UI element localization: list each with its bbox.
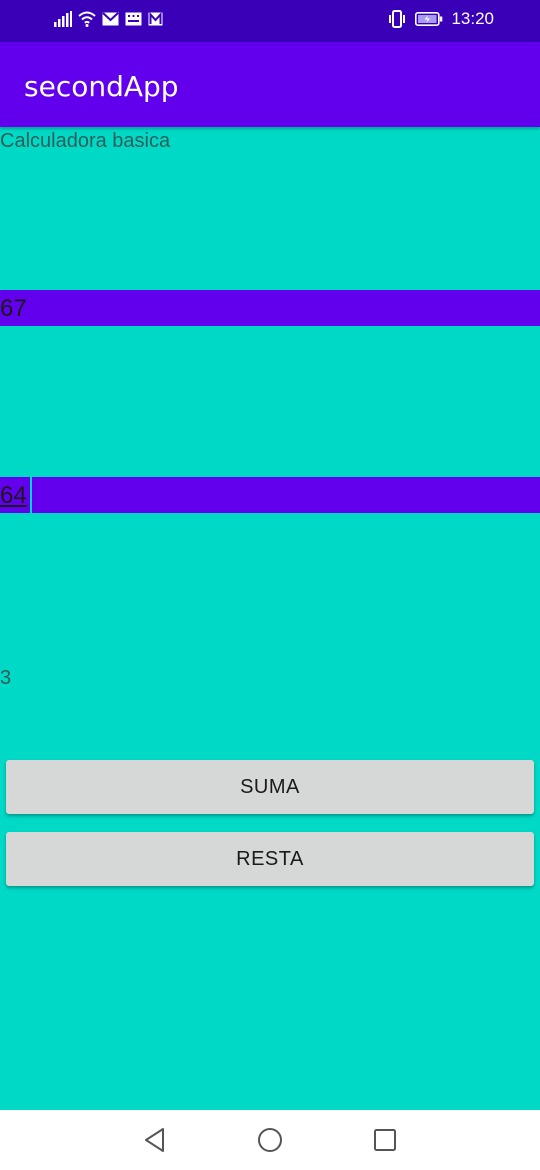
subtract-button[interactable]: RESTA [6,832,534,886]
recents-icon[interactable] [372,1127,398,1158]
navigation-bar [0,1110,540,1170]
battery-charging-icon [415,12,443,26]
signal-icon [54,11,72,27]
calculator-heading: Calculadora basica [0,130,171,152]
number1-input[interactable]: 67 [0,290,540,326]
home-icon[interactable] [257,1127,283,1158]
status-left-icons [54,11,163,27]
mail-icon [102,12,119,26]
status-time: 13:20 [451,9,494,28]
vibrate-icon [387,10,407,28]
number2-input[interactable]: 64 [0,477,540,513]
sum-button[interactable]: SUMA [6,760,534,814]
back-icon[interactable] [142,1127,168,1158]
status-right-icons: 13:20 [387,9,494,29]
keyboard-icon [125,12,142,26]
app-title: secondApp [24,70,179,103]
status-bar: 13:20 [0,0,540,42]
number1-value: 67 [0,295,27,322]
app-bar: secondApp [0,42,540,127]
number2-value: 64 [0,482,27,509]
text-cursor [30,477,32,513]
result-label: 3 [0,667,12,689]
wifi-icon [78,11,96,27]
mail-icon [148,12,163,26]
app-screen: 13:20 secondApp Calculadora basica 67 64… [0,0,540,1170]
